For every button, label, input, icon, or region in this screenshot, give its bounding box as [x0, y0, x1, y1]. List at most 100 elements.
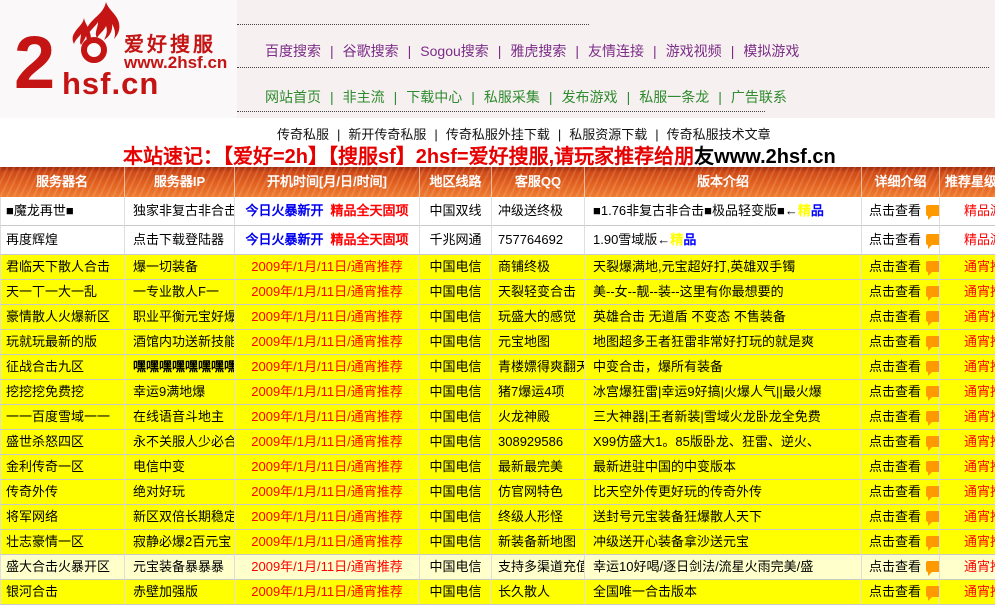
nav-link[interactable]: 谷歌搜索: [343, 43, 399, 59]
speech-bubble-icon: [926, 311, 940, 322]
nav-link[interactable]: Sogou搜索: [420, 43, 488, 59]
open-time-text: 2009年/1月/11日/通宵推荐: [251, 484, 402, 499]
detail-view-link[interactable]: 点击查看: [862, 226, 940, 255]
open-time-cell: 2009年/1月/11日/通宵推荐: [235, 580, 420, 605]
table-row: 将军网络新区双倍长期稳定2009年/1月/11日/通宵推荐中国电信终级人形怪送封…: [0, 505, 995, 530]
detail-view-link[interactable]: 点击查看: [862, 405, 940, 430]
detail-view-link[interactable]: 点击查看: [862, 197, 940, 226]
open-time-cell: 2009年/1月/11日/通宵推荐: [235, 255, 420, 280]
nav-link[interactable]: 发布游戏: [562, 89, 618, 105]
open-time-highlight: 今日火暴新开: [245, 203, 323, 218]
version-cell: 冰宫爆狂雷|幸运9好搞|火爆人气||最火爆: [585, 380, 862, 405]
region-line-cell: 中国电信: [420, 405, 492, 430]
detail-view-link[interactable]: 点击查看: [862, 305, 940, 330]
nav-link[interactable]: 百度搜索: [265, 43, 321, 59]
server-name-link[interactable]: 金利传奇一区: [0, 455, 125, 480]
slogan-url-text: 友www.2hsf.cn: [694, 146, 836, 168]
detail-view-link[interactable]: 点击查看: [862, 380, 940, 405]
version-cell: 冲级送开心装备拿沙送元宝: [585, 530, 862, 555]
server-name-link[interactable]: 挖挖挖免费挖: [0, 380, 125, 405]
column-header: 服务器名: [0, 167, 125, 197]
recommend-badge: 精品游戏: [940, 197, 995, 226]
server-name-link[interactable]: 将军网络: [0, 505, 125, 530]
open-time-cell: 2009年/1月/11日/通宵推荐: [235, 555, 420, 580]
nav-link[interactable]: 私服一条龙: [639, 89, 709, 105]
detail-view-link[interactable]: 点击查看: [862, 255, 940, 280]
server-name-link[interactable]: 玩就玩最新的版: [0, 330, 125, 355]
open-time-text: 2009年/1月/11日/通宵推荐: [251, 309, 402, 324]
open-time-text: 2009年/1月/11日/通宵推荐: [251, 409, 402, 424]
detail-view-link[interactable]: 点击查看: [862, 530, 940, 555]
detail-view-link[interactable]: 点击查看: [862, 430, 940, 455]
nav-separator: |: [321, 89, 343, 105]
site-logo[interactable]: 2 hsf.cn 爱好搜服 www.2hsf.cn: [0, 0, 238, 118]
region-line-cell: 中国电信: [420, 580, 492, 605]
version-highlight-yellow: 精: [798, 203, 811, 218]
server-name-link[interactable]: 银河合击: [0, 580, 125, 605]
speech-bubble-icon: [926, 561, 940, 572]
detail-view-link[interactable]: 点击查看: [862, 280, 940, 305]
version-text: 中变合击，爆所有装备: [593, 359, 723, 374]
nav-link[interactable]: 网站首页: [265, 89, 321, 105]
column-header: 版本介绍: [585, 167, 862, 197]
server-ip-cell: 新区双倍长期稳定: [125, 505, 235, 530]
server-name-link[interactable]: ■魔龙再世■: [0, 197, 125, 226]
server-name-link[interactable]: 盛世杀怒四区: [0, 430, 125, 455]
detail-view-link[interactable]: 点击查看: [862, 580, 940, 605]
nav-link[interactable]: 模拟游戏: [743, 43, 799, 59]
nav-separator: |: [385, 89, 407, 105]
nav-separator: |: [709, 89, 731, 105]
detail-view-label: 点击查看: [869, 334, 921, 349]
table-row: 豪情散人火爆新区职业平衡元宝好爆2009年/1月/11日/通宵推荐中国电信玩盛大…: [0, 305, 995, 330]
table-row: 盛世杀怒四区永不关服人少必合2009年/1月/11日/通宵推荐中国电信30892…: [0, 430, 995, 455]
detail-view-link[interactable]: 点击查看: [862, 505, 940, 530]
service-qq-cell: 火龙神殿: [492, 405, 585, 430]
server-name-link[interactable]: 再度辉煌: [0, 226, 125, 255]
speech-bubble-icon: [926, 286, 940, 297]
detail-view-link[interactable]: 点击查看: [862, 555, 940, 580]
version-text: 冰宫爆狂雷|幸运9好搞|火爆人气||最火爆: [593, 384, 822, 399]
version-text: 比天空外传更好玩的传奇外传: [593, 484, 762, 499]
open-time-text: 2009年/1月/11日/通宵推荐: [251, 534, 402, 549]
server-name-link[interactable]: 壮志豪情一区: [0, 530, 125, 555]
nav-separator: |: [618, 89, 640, 105]
nav-link[interactable]: 下载中心: [406, 89, 462, 105]
version-text: 美--女--靓--装--这里有你最想要的: [593, 284, 784, 299]
server-ip-cell: 嘿嘿嘿嘿嘿嘿嘿嘿: [125, 355, 235, 380]
nav-link[interactable]: 游戏视频: [666, 43, 722, 59]
service-qq-cell: 终级人形怪: [492, 505, 585, 530]
detail-view-link[interactable]: 点击查看: [862, 330, 940, 355]
server-name-link[interactable]: 传奇外传: [0, 480, 125, 505]
speech-bubble-icon: [926, 586, 940, 597]
detail-view-label: 点击查看: [869, 509, 921, 524]
nav-link[interactable]: 广告联系: [731, 89, 787, 105]
speech-bubble-icon: [926, 511, 940, 522]
open-time-cell: 2009年/1月/11日/通宵推荐: [235, 505, 420, 530]
speech-bubble-icon: [926, 386, 940, 397]
server-name-link[interactable]: 君临天下散人合击: [0, 255, 125, 280]
detail-view-link[interactable]: 点击查看: [862, 455, 940, 480]
nav-link[interactable]: 非主流: [343, 89, 385, 105]
server-name-link[interactable]: 盛大合击火暴开区: [0, 555, 125, 580]
server-name-link[interactable]: 一一百度雪域一一: [0, 405, 125, 430]
nav-link[interactable]: 友情连接: [588, 43, 644, 59]
detail-view-link[interactable]: 点击查看: [862, 355, 940, 380]
region-line-cell: 中国电信: [420, 330, 492, 355]
detail-view-link[interactable]: 点击查看: [862, 480, 940, 505]
version-cell: 天裂爆满地,元宝超好打,英雄双手镯: [585, 255, 862, 280]
server-name-link[interactable]: 豪情散人火爆新区: [0, 305, 125, 330]
region-line-cell: 中国电信: [420, 305, 492, 330]
nav-link[interactable]: 雅虎搜索: [510, 43, 566, 59]
logo-number: 2: [14, 26, 55, 100]
version-text: 幸运10好喝/逐日剑法/流星火雨完美/盛: [593, 559, 813, 574]
region-line-cell: 中国双线: [420, 197, 492, 226]
nav-link[interactable]: 私服采集: [484, 89, 540, 105]
detail-view-label: 点击查看: [869, 232, 921, 247]
region-line-cell: 中国电信: [420, 255, 492, 280]
server-name-link[interactable]: 征战合击九区: [0, 355, 125, 380]
header-nav-area: 百度搜索|谷歌搜索|Sogou搜索|雅虎搜索|友情连接|游戏视频|模拟游戏 网站…: [237, 0, 995, 118]
server-name-link[interactable]: 天一丅一大一乱: [0, 280, 125, 305]
recommend-badge: 通宵推荐: [940, 555, 995, 580]
flame-icon: [56, 2, 130, 69]
table-row: 一一百度雪域一一在线语音斗地主2009年/1月/11日/通宵推荐中国电信火龙神殿…: [0, 405, 995, 430]
